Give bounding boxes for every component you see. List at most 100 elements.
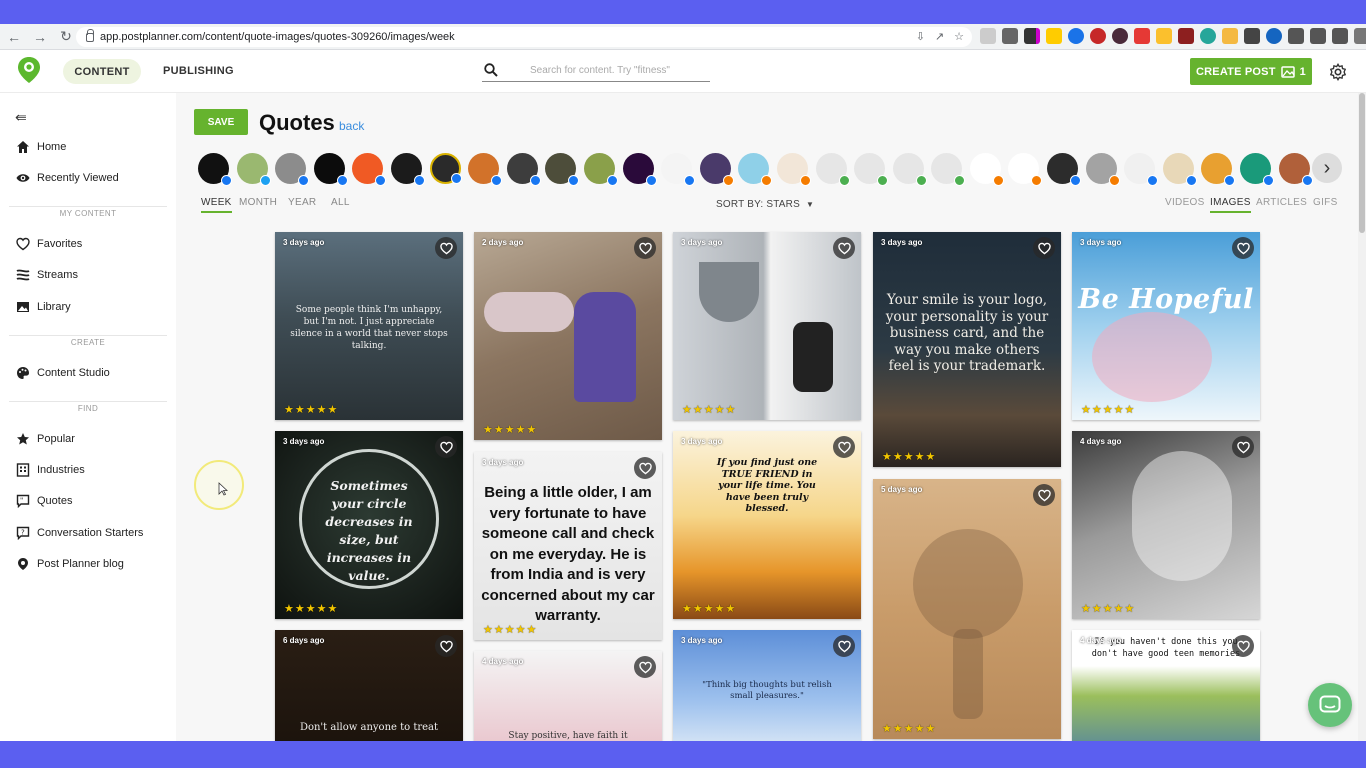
install-icon[interactable]: ⇩: [916, 30, 925, 43]
extension-icon[interactable]: [1134, 28, 1150, 44]
page-scrollbar-thumb[interactable]: [1359, 93, 1365, 233]
chat-launcher-button[interactable]: [1308, 683, 1352, 727]
source-page-avatar[interactable]: [198, 153, 232, 186]
extension-icon[interactable]: [1068, 28, 1084, 44]
create-post-button[interactable]: CREATE POST 1: [1190, 58, 1312, 85]
period-week[interactable]: WEEK: [201, 197, 232, 213]
search-input[interactable]: [482, 60, 710, 82]
extension-icon[interactable]: [1288, 28, 1304, 44]
source-page-avatar[interactable]: [583, 153, 618, 186]
source-page-avatar[interactable]: [390, 153, 425, 186]
puzzle-icon[interactable]: [1310, 28, 1326, 44]
content-card[interactable]: Stay positive, have faith it 4 days ago: [474, 651, 662, 741]
content-card[interactable]: 4 days ago ★★★★★: [1072, 431, 1260, 619]
favorite-heart-button[interactable]: [634, 656, 656, 678]
sidebar-item-streams[interactable]: Streams: [16, 268, 78, 282]
source-page-avatar[interactable]: [1085, 153, 1120, 186]
content-card[interactable]: If you find just one TRUE FRIEND in your…: [673, 431, 861, 619]
sort-dropdown[interactable]: SORT BY: STARS ▼: [716, 199, 814, 210]
period-year[interactable]: YEAR: [288, 197, 316, 208]
extension-icon[interactable]: [1200, 28, 1216, 44]
content-card[interactable]: Don't allow anyone to treat 6 days ago: [275, 630, 463, 741]
extension-icon[interactable]: [1244, 28, 1260, 44]
postplanner-logo-icon[interactable]: [17, 56, 41, 84]
favorite-heart-button[interactable]: [634, 237, 656, 259]
share-icon[interactable]: ↗: [935, 30, 944, 43]
content-card[interactable]: Being a little older, I am very fortunat…: [474, 452, 662, 640]
sidebar-item-conversation-starters[interactable]: ? Conversation Starters: [16, 526, 143, 540]
source-page-avatar[interactable]: [352, 153, 387, 186]
extension-icon[interactable]: [980, 28, 996, 44]
gear-icon[interactable]: [1329, 63, 1347, 81]
playlist-icon[interactable]: [1332, 28, 1348, 44]
sidebar-icon[interactable]: [1354, 28, 1366, 44]
source-page-avatar[interactable]: [1240, 153, 1275, 186]
source-page-avatar[interactable]: [236, 153, 271, 186]
source-page-avatar[interactable]: [275, 153, 310, 186]
nav-content[interactable]: CONTENT: [63, 59, 141, 84]
favorite-heart-button[interactable]: [435, 635, 457, 657]
content-card[interactable]: Be Hopeful 3 days ago ★★★★★: [1072, 232, 1260, 420]
extension-icon[interactable]: [1112, 28, 1128, 44]
sidebar-item-quotes[interactable]: " Quotes: [16, 494, 72, 508]
content-card[interactable]: Some people think I'm unhappy, but I'm n…: [275, 232, 463, 420]
source-page-avatar[interactable]: [738, 153, 773, 186]
source-page-avatar[interactable]: [892, 153, 927, 186]
carousel-next-arrow-icon[interactable]: ›: [1312, 153, 1342, 183]
source-page-avatar[interactable]: [776, 153, 811, 186]
extension-icon[interactable]: [1266, 28, 1282, 44]
extension-icon[interactable]: [1046, 28, 1062, 44]
source-page-avatar[interactable]: [1124, 153, 1159, 186]
favorite-heart-button[interactable]: [833, 237, 855, 259]
favorite-heart-button[interactable]: [1033, 484, 1055, 506]
extension-icon[interactable]: [1002, 28, 1018, 44]
content-card[interactable]: 2 days ago ★★★★★: [474, 232, 662, 440]
back-link[interactable]: back: [339, 119, 364, 133]
favorite-heart-button[interactable]: [833, 436, 855, 458]
source-page-avatar[interactable]: [622, 153, 657, 186]
nav-publishing[interactable]: PUBLISHING: [163, 65, 234, 77]
sidebar-item-blog[interactable]: Post Planner blog: [16, 557, 124, 571]
period-month[interactable]: MONTH: [239, 197, 277, 208]
favorite-heart-button[interactable]: [1232, 436, 1254, 458]
save-button[interactable]: SAVE: [194, 109, 248, 135]
source-page-avatar[interactable]: [1047, 153, 1082, 186]
type-gifs[interactable]: GIFS: [1313, 197, 1338, 208]
source-page-avatar[interactable]: [1008, 153, 1043, 186]
source-page-avatar[interactable]: [1278, 153, 1313, 186]
content-card[interactable]: Sometimes your circle decreases in size,…: [275, 431, 463, 619]
favorite-heart-button[interactable]: [1033, 237, 1055, 259]
extension-icon[interactable]: [1156, 28, 1172, 44]
source-page-avatar[interactable]: [854, 153, 889, 186]
content-card[interactable]: 5 days ago ★★★★★: [873, 479, 1061, 739]
sidebar-item-content-studio[interactable]: Content Studio: [16, 366, 110, 380]
type-videos[interactable]: VIDEOS: [1165, 197, 1205, 208]
collapse-sidebar-icon[interactable]: ⇚: [15, 109, 27, 126]
period-all[interactable]: ALL: [331, 197, 350, 208]
back-arrow-icon[interactable]: ←: [2, 25, 26, 49]
content-card[interactable]: "Think big thoughts but relish small ple…: [673, 630, 861, 741]
sidebar-item-library[interactable]: Library: [16, 300, 71, 314]
source-page-avatar[interactable]: [931, 153, 966, 186]
source-page-avatar[interactable]: [1201, 153, 1236, 186]
favorite-heart-button[interactable]: [634, 457, 656, 479]
favorite-heart-button[interactable]: [435, 237, 457, 259]
address-bar[interactable]: app.postplanner.com/content/quote-images…: [76, 27, 972, 47]
favorite-heart-button[interactable]: [435, 436, 457, 458]
content-card[interactable]: Your smile is your logo, your personalit…: [873, 232, 1061, 467]
extension-icon[interactable]: [1090, 28, 1106, 44]
content-card[interactable]: 3 days ago ★★★★★: [673, 232, 861, 420]
type-articles[interactable]: ARTICLES: [1256, 197, 1307, 208]
bookmark-star-icon[interactable]: ☆: [954, 30, 964, 43]
source-page-avatar[interactable]: [815, 153, 850, 186]
source-page-avatar[interactable]: [699, 153, 734, 186]
extension-icon[interactable]: [1024, 28, 1040, 44]
favorite-heart-button[interactable]: [1232, 635, 1254, 657]
extension-icon[interactable]: [1178, 28, 1194, 44]
sidebar-item-popular[interactable]: Popular: [16, 432, 75, 446]
type-images[interactable]: IMAGES: [1210, 197, 1251, 213]
source-page-avatar[interactable]: [1162, 153, 1197, 186]
source-page-avatar[interactable]: [969, 153, 1004, 186]
sidebar-item-industries[interactable]: Industries: [16, 463, 85, 477]
source-page-avatar[interactable]: [545, 153, 580, 186]
